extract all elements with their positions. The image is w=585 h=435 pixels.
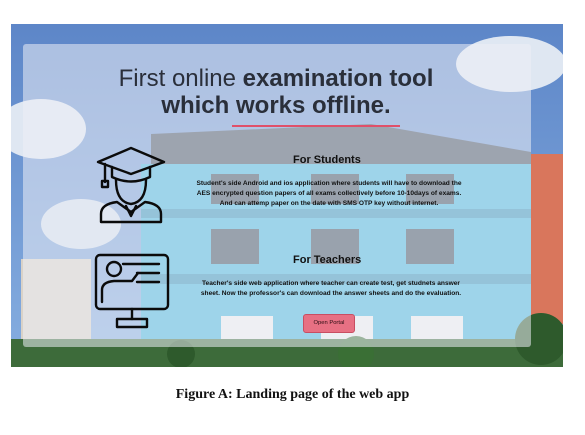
open-portal-button[interactable]: Open Portal [303, 314, 355, 333]
hero-heading: First online examination tool which work… [11, 65, 541, 120]
students-title: For Students [293, 154, 361, 166]
heading-underline [232, 125, 400, 127]
teacher-presentation-icon [94, 253, 170, 329]
figure-caption: Figure A: Landing page of the web app [175, 387, 410, 402]
hero-line1-prefix: First online [118, 65, 243, 92]
students-text: Student's side Android and ios applicati… [196, 180, 462, 207]
teachers-title: For Teachers [293, 254, 362, 266]
graduate-student-icon [96, 146, 166, 224]
hero-line1-bold: examination tool [242, 65, 434, 92]
hero-line2: which works offline. [161, 92, 391, 119]
teachers-text: Teacher's side web application where tea… [200, 280, 462, 297]
screenshot: First online examination tool which work… [11, 24, 563, 367]
